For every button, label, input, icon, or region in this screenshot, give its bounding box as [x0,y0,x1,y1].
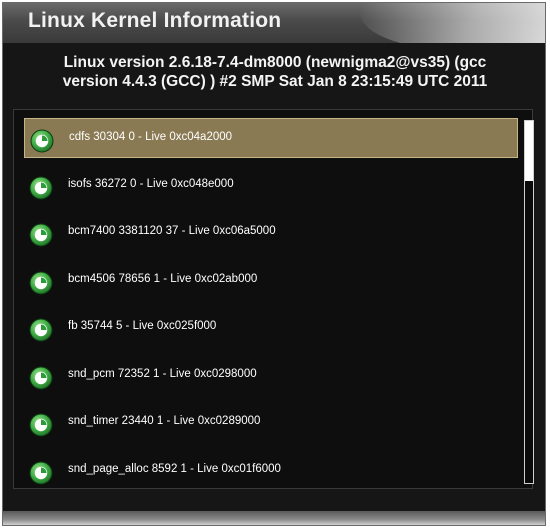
module-entry-icon [29,461,53,485]
module-list-item[interactable]: snd_pcm 72352 1 - Live 0xc0298000 [24,356,518,396]
module-label: fb 35744 5 - Live 0xc025f000 [68,320,217,332]
title-bar-gloss [346,3,545,43]
scrollbar-thumb[interactable] [525,121,533,181]
window-title: Linux Kernel Information [28,9,282,32]
module-label: snd_pcm 72352 1 - Live 0xc0298000 [68,367,257,380]
module-list-item[interactable]: bcm4506 78656 1 - Live 0xc02ab000 [24,261,518,301]
module-entry-icon [29,271,53,295]
module-entry-icon [30,129,54,153]
kernel-version-line-2: version 4.4.3 (GCC) ) #2 SMP Sat Jan 8 2… [62,73,488,90]
module-list-panel: cdfs 30304 0 - Live 0xc04a2000 isofs 3627… [13,109,534,489]
module-list-item[interactable]: snd_page_alloc 8592 1 - Live 0xc01f6000 [24,451,518,491]
bottom-bar [3,511,545,525]
module-label: cdfs 30304 0 - Live 0xc04a2000 [69,131,233,143]
module-list-item[interactable]: snd_timer 23440 1 - Live 0xc0289000 [24,403,518,443]
title-bar: Linux Kernel Information [3,3,545,43]
scrollbar[interactable] [524,120,534,484]
kernel-version-line-1: Linux version 2.6.18-7.4-dm8000 (newnigm… [63,54,487,71]
module-entry-icon [29,318,53,342]
module-list-item[interactable]: isofs 36272 0 - Live 0xc048e000 [24,166,518,206]
module-entry-icon [29,413,53,437]
module-label: snd_page_alloc 8592 1 - Live 0xc01f6000 [68,462,281,475]
module-label: snd_timer 23440 1 - Live 0xc0289000 [68,415,261,427]
module-label: bcm7400 3381120 37 - Live 0xc06a5000 [68,225,276,237]
module-entry-icon [29,223,53,247]
kernel-info-window: Linux Kernel Information Linux version 2… [2,2,546,526]
module-entry-icon [29,176,53,200]
module-entry-icon [29,366,53,390]
module-list-item[interactable]: cdfs 30304 0 - Live 0xc04a2000 [24,118,518,158]
module-label: bcm4506 78656 1 - Live 0xc02ab000 [68,272,258,285]
module-list: cdfs 30304 0 - Live 0xc04a2000 isofs 3627… [24,118,518,498]
module-list-item[interactable]: bcm7400 3381120 37 - Live 0xc06a5000 [24,213,518,253]
module-label: isofs 36272 0 - Live 0xc048e000 [68,177,234,190]
module-list-item[interactable]: fb 35744 5 - Live 0xc025f000 [24,308,518,348]
kernel-version-text: Linux version 2.6.18-7.4-dm8000 (newnigm… [11,53,539,91]
